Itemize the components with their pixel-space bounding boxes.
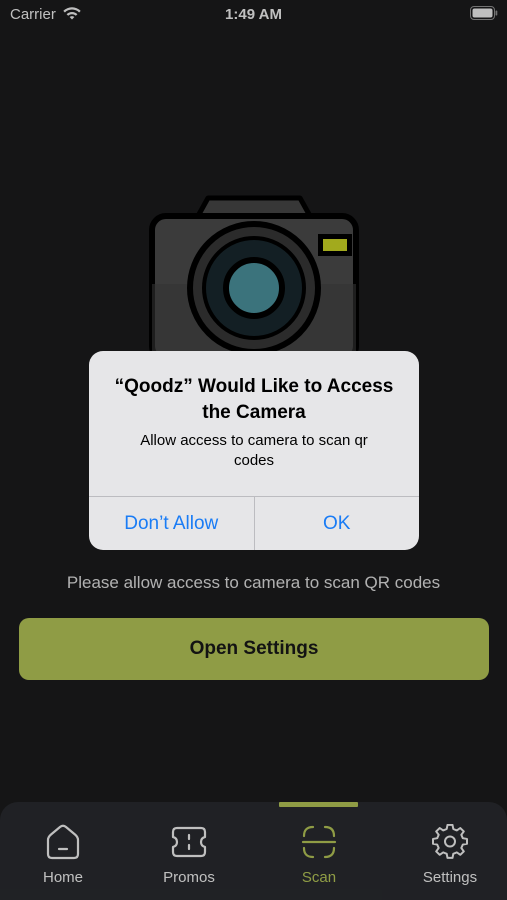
alert-message: Allow access to camera to scan qr codes (140, 432, 368, 469)
dont-allow-button[interactable]: Don’t Allow (89, 497, 255, 550)
camera-permission-alert: “Qoodz” Would Like to Access the Camera … (89, 351, 419, 550)
alert-title: “Qoodz” Would Like to Access the Camera (114, 376, 394, 423)
alert-actions: Don’t Allow OK (89, 496, 419, 550)
ok-button[interactable]: OK (255, 497, 420, 550)
